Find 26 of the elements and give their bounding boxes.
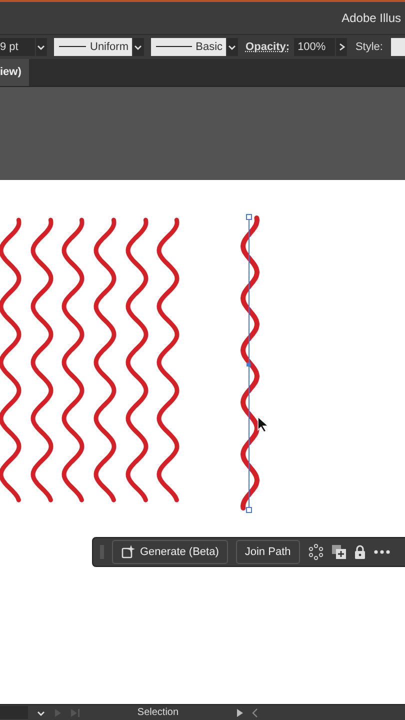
dotted-circle-icon[interactable] <box>308 544 324 560</box>
stroke-profile-dropdown[interactable]: Uniform <box>54 38 132 56</box>
cursor-icon <box>258 416 270 432</box>
play-icon[interactable] <box>236 708 244 717</box>
chevron-down-icon[interactable] <box>36 42 46 51</box>
generate-button[interactable]: Generate (Beta) <box>112 540 228 564</box>
app-title: Adobe Illus <box>342 10 401 25</box>
style-swatch[interactable] <box>390 38 405 56</box>
document-tab[interactable]: iew) <box>0 58 30 86</box>
more-icon[interactable] <box>374 550 390 554</box>
style-label: Style: <box>355 40 383 53</box>
brush-dropdown[interactable]: Basic <box>150 38 226 56</box>
chevron-down-icon[interactable] <box>227 42 238 51</box>
chevron-left-icon[interactable] <box>252 708 258 718</box>
chevron-down-icon[interactable] <box>133 42 144 51</box>
zoom-field[interactable] <box>0 706 28 720</box>
selection-path[interactable] <box>246 214 252 513</box>
join-path-button[interactable]: Join Path <box>236 540 300 564</box>
lock-icon[interactable] <box>354 544 366 559</box>
sparkle-image-icon <box>121 544 135 559</box>
opacity-label[interactable]: Opacity: <box>246 40 290 53</box>
chevron-down-icon[interactable] <box>36 708 46 717</box>
chevron-right-icon[interactable] <box>338 42 346 52</box>
stroke-weight-field[interactable]: 9 pt <box>0 38 34 56</box>
duplicate-icon[interactable] <box>332 544 346 559</box>
opacity-field[interactable]: 100% <box>294 38 336 56</box>
